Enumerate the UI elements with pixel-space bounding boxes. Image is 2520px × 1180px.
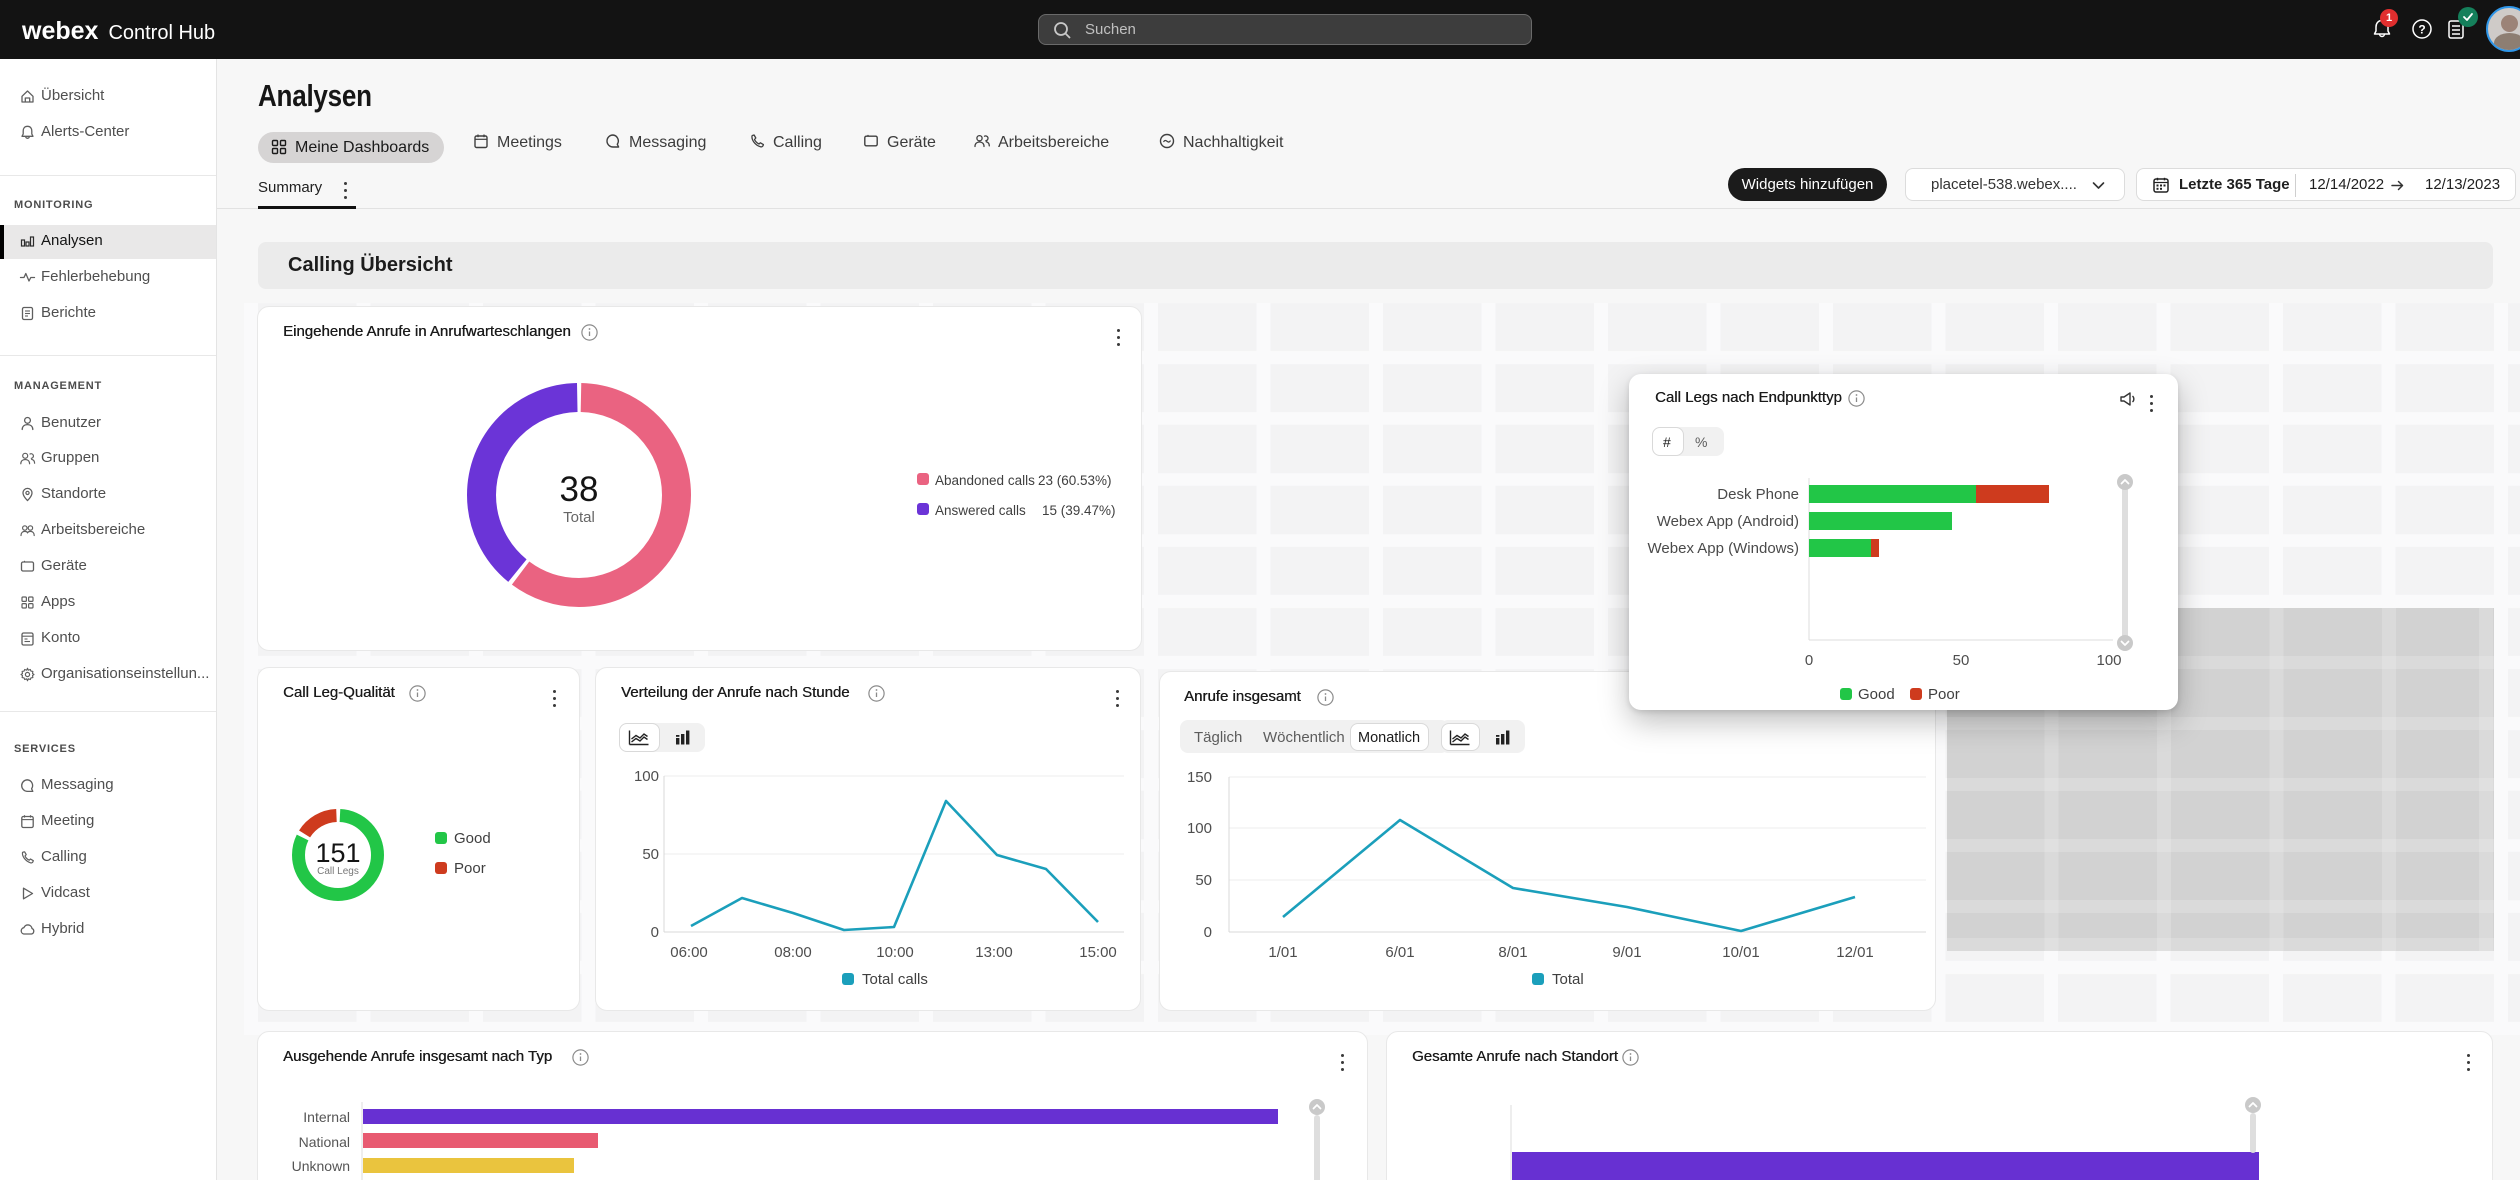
svg-text:?: ? [2418, 23, 2425, 37]
